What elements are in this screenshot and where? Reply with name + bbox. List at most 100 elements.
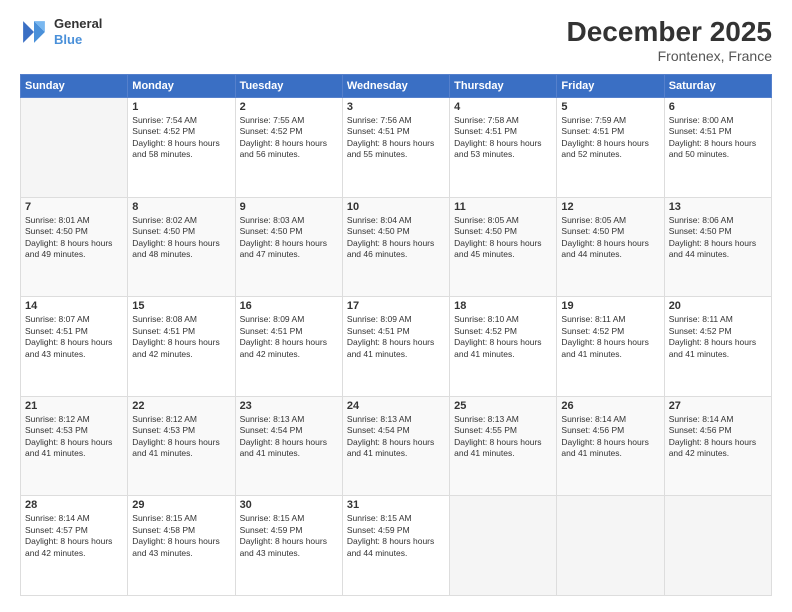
calendar-cell: 10Sunrise: 8:04 AMSunset: 4:50 PMDayligh… bbox=[342, 197, 449, 297]
header: General Blue December 2025 Frontenex, Fr… bbox=[20, 16, 772, 64]
cell-info: Sunrise: 8:14 AMSunset: 4:56 PMDaylight:… bbox=[561, 414, 659, 460]
cell-info: Sunrise: 8:11 AMSunset: 4:52 PMDaylight:… bbox=[669, 314, 767, 360]
calendar-cell: 28 Sunrise: 8:14 AMSunset: 4:57 PMDayligh… bbox=[21, 496, 128, 596]
calendar-week-row: 7 Sunrise: 8:01 AMSunset: 4:50 PMDaylight… bbox=[21, 197, 772, 297]
cell-info: Sunrise: 8:15 AMSunset: 4:59 PMDaylight:… bbox=[240, 513, 338, 559]
cell-info: Sunrise: 8:08 AMSunset: 4:51 PMDaylight:… bbox=[132, 314, 230, 360]
cell-info: Sunrise: 8:03 AMSunset: 4:50 PMDaylight:… bbox=[240, 215, 338, 261]
cell-date-number: 17 bbox=[347, 300, 445, 312]
calendar-cell: 25 Sunrise: 8:13 AMSunset: 4:55 PMDayligh… bbox=[450, 396, 557, 496]
cell-info: Sunrise: 8:13 AMSunset: 4:54 PMDaylight:… bbox=[240, 414, 338, 460]
calendar-cell bbox=[450, 496, 557, 596]
cell-info: Sunrise: 8:07 AMSunset: 4:51 PMDaylight:… bbox=[25, 314, 123, 360]
calendar-cell: 18 Sunrise: 8:10 AMSunset: 4:52 PMDayligh… bbox=[450, 297, 557, 397]
cell-date-number: 11 bbox=[454, 201, 552, 213]
cell-info: Sunrise: 8:12 AMSunset: 4:53 PMDaylight:… bbox=[132, 414, 230, 460]
cell-info: Sunrise: 7:59 AMSunset: 4:51 PMDaylight:… bbox=[561, 115, 659, 161]
calendar-cell bbox=[557, 496, 664, 596]
logo-line1: General bbox=[54, 16, 102, 32]
cell-date-number: 26 bbox=[561, 400, 659, 412]
cell-date-number: 2 bbox=[240, 101, 338, 113]
calendar-cell: 27Sunrise: 8:14 AMSunset: 4:56 PMDayligh… bbox=[664, 396, 771, 496]
title-block: December 2025 Frontenex, France bbox=[567, 16, 772, 64]
calendar-cell: 6 Sunrise: 8:00 AMSunset: 4:51 PMDaylight… bbox=[664, 98, 771, 198]
cell-date-number: 9 bbox=[240, 201, 338, 213]
cell-date-number: 6 bbox=[669, 101, 767, 113]
calendar-cell: 14 Sunrise: 8:07 AMSunset: 4:51 PMDayligh… bbox=[21, 297, 128, 397]
cell-date-number: 15 bbox=[132, 300, 230, 312]
calendar-cell: 24 Sunrise: 8:13 AMSunset: 4:54 PMDayligh… bbox=[342, 396, 449, 496]
cell-info: Sunrise: 8:15 AMSunset: 4:59 PMDaylight:… bbox=[347, 513, 445, 559]
cell-info: Sunrise: 8:15 AMSunset: 4:58 PMDaylight:… bbox=[132, 513, 230, 559]
calendar-cell: 23 Sunrise: 8:13 AMSunset: 4:54 PMDayligh… bbox=[235, 396, 342, 496]
cell-info: Sunrise: 8:00 AMSunset: 4:51 PMDaylight:… bbox=[669, 115, 767, 161]
calendar-week-row: 28 Sunrise: 8:14 AMSunset: 4:57 PMDayligh… bbox=[21, 496, 772, 596]
cell-info: Sunrise: 8:02 AMSunset: 4:50 PMDaylight:… bbox=[132, 215, 230, 261]
calendar-cell: 17Sunrise: 8:09 AMSunset: 4:51 PMDayligh… bbox=[342, 297, 449, 397]
cell-info: Sunrise: 8:14 AMSunset: 4:56 PMDaylight:… bbox=[669, 414, 767, 460]
calendar-cell: 1Sunrise: 7:54 AMSunset: 4:52 PMDaylight… bbox=[128, 98, 235, 198]
calendar-cell bbox=[664, 496, 771, 596]
calendar-cell: 15 Sunrise: 8:08 AMSunset: 4:51 PMDayligh… bbox=[128, 297, 235, 397]
calendar-cell: 8Sunrise: 8:02 AMSunset: 4:50 PMDaylight… bbox=[128, 197, 235, 297]
calendar-cell: 11 Sunrise: 8:05 AMSunset: 4:50 PMDayligh… bbox=[450, 197, 557, 297]
cell-info: Sunrise: 8:05 AMSunset: 4:50 PMDaylight:… bbox=[454, 215, 552, 261]
cell-date-number: 30 bbox=[240, 499, 338, 511]
cell-info: Sunrise: 8:01 AMSunset: 4:50 PMDaylight:… bbox=[25, 215, 123, 261]
calendar-week-row: 21 Sunrise: 8:12 AMSunset: 4:53 PMDayligh… bbox=[21, 396, 772, 496]
calendar-cell: 3 Sunrise: 7:56 AMSunset: 4:51 PMDaylight… bbox=[342, 98, 449, 198]
calendar-cell: 22 Sunrise: 8:12 AMSunset: 4:53 PMDayligh… bbox=[128, 396, 235, 496]
calendar-cell bbox=[21, 98, 128, 198]
weekday-header-tuesday: Tuesday bbox=[235, 75, 342, 98]
calendar-cell: 2 Sunrise: 7:55 AMSunset: 4:52 PMDaylight… bbox=[235, 98, 342, 198]
calendar-cell: 5 Sunrise: 7:59 AMSunset: 4:51 PMDaylight… bbox=[557, 98, 664, 198]
logo: General Blue bbox=[20, 16, 102, 47]
cell-date-number: 7 bbox=[25, 201, 123, 213]
cell-info: Sunrise: 8:10 AMSunset: 4:52 PMDaylight:… bbox=[454, 314, 552, 360]
cell-date-number: 16 bbox=[240, 300, 338, 312]
cell-info: Sunrise: 8:06 AMSunset: 4:50 PMDaylight:… bbox=[669, 215, 767, 261]
weekday-header-sunday: Sunday bbox=[21, 75, 128, 98]
cell-info: Sunrise: 8:11 AMSunset: 4:52 PMDaylight:… bbox=[561, 314, 659, 360]
cell-info: Sunrise: 8:14 AMSunset: 4:57 PMDaylight:… bbox=[25, 513, 123, 559]
calendar-table: SundayMondayTuesdayWednesdayThursdayFrid… bbox=[20, 74, 772, 596]
calendar-cell: 31 Sunrise: 8:15 AMSunset: 4:59 PMDayligh… bbox=[342, 496, 449, 596]
calendar-cell: 19Sunrise: 8:11 AMSunset: 4:52 PMDayligh… bbox=[557, 297, 664, 397]
calendar-week-row: 1Sunrise: 7:54 AMSunset: 4:52 PMDaylight… bbox=[21, 98, 772, 198]
calendar-cell: 21Sunrise: 8:12 AMSunset: 4:53 PMDayligh… bbox=[21, 396, 128, 496]
calendar-page: General Blue December 2025 Frontenex, Fr… bbox=[0, 0, 792, 612]
cell-date-number: 13 bbox=[669, 201, 767, 213]
weekday-header-wednesday: Wednesday bbox=[342, 75, 449, 98]
cell-date-number: 25 bbox=[454, 400, 552, 412]
weekday-header-friday: Friday bbox=[557, 75, 664, 98]
cell-date-number: 22 bbox=[132, 400, 230, 412]
cell-date-number: 20 bbox=[669, 300, 767, 312]
calendar-cell: 16Sunrise: 8:09 AMSunset: 4:51 PMDayligh… bbox=[235, 297, 342, 397]
weekday-header-monday: Monday bbox=[128, 75, 235, 98]
calendar-cell: 20 Sunrise: 8:11 AMSunset: 4:52 PMDayligh… bbox=[664, 297, 771, 397]
weekday-header-saturday: Saturday bbox=[664, 75, 771, 98]
calendar-week-row: 14 Sunrise: 8:07 AMSunset: 4:51 PMDayligh… bbox=[21, 297, 772, 397]
cell-date-number: 24 bbox=[347, 400, 445, 412]
logo-text: General Blue bbox=[54, 16, 102, 47]
cell-date-number: 3 bbox=[347, 101, 445, 113]
calendar-cell: 9 Sunrise: 8:03 AMSunset: 4:50 PMDaylight… bbox=[235, 197, 342, 297]
cell-info: Sunrise: 8:13 AMSunset: 4:55 PMDaylight:… bbox=[454, 414, 552, 460]
cell-date-number: 5 bbox=[561, 101, 659, 113]
cell-info: Sunrise: 7:56 AMSunset: 4:51 PMDaylight:… bbox=[347, 115, 445, 161]
cell-info: Sunrise: 8:13 AMSunset: 4:54 PMDaylight:… bbox=[347, 414, 445, 460]
logo-icon bbox=[20, 18, 48, 46]
cell-date-number: 21 bbox=[25, 400, 123, 412]
cell-date-number: 18 bbox=[454, 300, 552, 312]
cell-info: Sunrise: 7:58 AMSunset: 4:51 PMDaylight:… bbox=[454, 115, 552, 161]
cell-date-number: 23 bbox=[240, 400, 338, 412]
calendar-cell: 13 Sunrise: 8:06 AMSunset: 4:50 PMDayligh… bbox=[664, 197, 771, 297]
cell-date-number: 4 bbox=[454, 101, 552, 113]
cell-date-number: 31 bbox=[347, 499, 445, 511]
cell-date-number: 28 bbox=[25, 499, 123, 511]
calendar-cell: 29Sunrise: 8:15 AMSunset: 4:58 PMDayligh… bbox=[128, 496, 235, 596]
cell-date-number: 14 bbox=[25, 300, 123, 312]
calendar-cell: 26 Sunrise: 8:14 AMSunset: 4:56 PMDayligh… bbox=[557, 396, 664, 496]
calendar-cell: 4 Sunrise: 7:58 AMSunset: 4:51 PMDaylight… bbox=[450, 98, 557, 198]
cell-info: Sunrise: 7:55 AMSunset: 4:52 PMDaylight:… bbox=[240, 115, 338, 161]
